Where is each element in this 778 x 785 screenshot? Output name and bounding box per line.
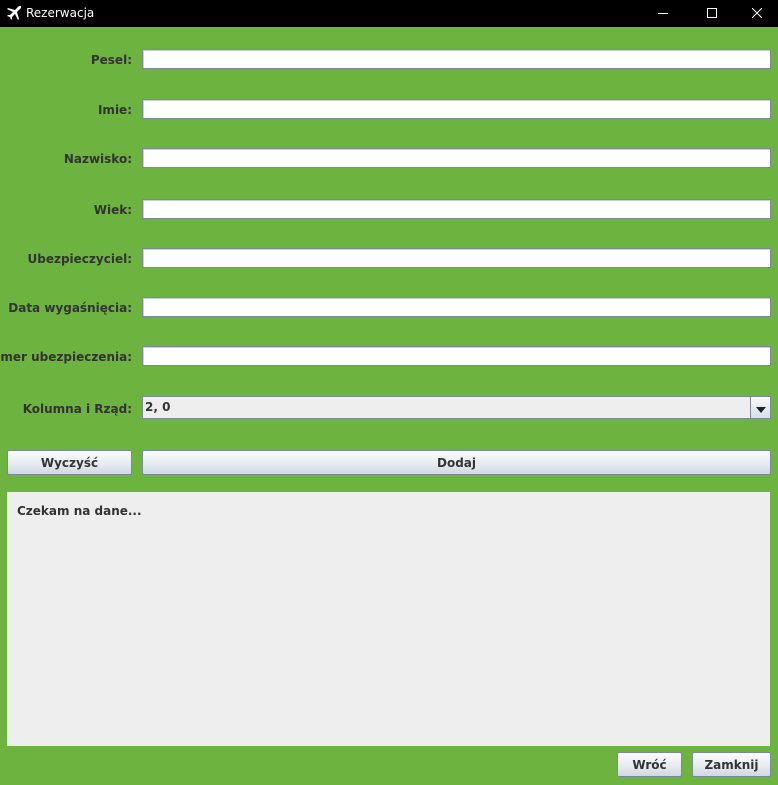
minimize-button[interactable]	[640, 0, 686, 26]
minimize-icon	[658, 8, 668, 18]
kolumna-rzad-label: Kolumna i Rząd:	[22, 402, 132, 416]
pesel-input[interactable]	[142, 49, 771, 69]
form-row-wiek: Wiek:	[0, 199, 778, 225]
close-button[interactable]: Zamknij	[692, 752, 771, 777]
maximize-button[interactable]	[689, 0, 735, 26]
ubezpieczyciel-label: Ubezpieczyciel:	[27, 252, 133, 266]
maximize-icon	[707, 8, 717, 18]
form-row-data-wygasniecia: Data wygaśnięcia:	[0, 297, 778, 323]
imie-label: Imie:	[97, 103, 132, 117]
form-row-nazwisko: Nazwisko:	[0, 148, 778, 174]
seat-select[interactable]: 2, 0	[142, 396, 771, 419]
close-icon	[752, 8, 762, 18]
dropdown-arrow-button[interactable]	[750, 397, 770, 418]
title-bar: Rezerwacja	[0, 0, 778, 27]
imie-input[interactable]	[142, 99, 771, 119]
airplane-icon	[6, 5, 22, 21]
nazwisko-input[interactable]	[142, 148, 771, 168]
form-row-pesel: Pesel:	[0, 49, 778, 75]
data-wygasniecia-label: Data wygaśnięcia:	[8, 301, 132, 315]
output-panel[interactable]: Czekam na dane...	[7, 492, 770, 746]
clear-button[interactable]: Wyczyść	[7, 450, 132, 475]
form-row-ubezpieczyciel: Ubezpieczyciel:	[0, 248, 778, 274]
data-wygasniecia-input[interactable]	[142, 297, 771, 317]
window-title: Rezerwacja	[26, 6, 95, 20]
wiek-input[interactable]	[142, 199, 771, 219]
nazwisko-label: Nazwisko:	[63, 152, 132, 166]
numer-ubezpieczenia-input[interactable]	[142, 346, 771, 366]
output-text: Czekam na dane...	[17, 504, 142, 518]
form-row-imie: Imie:	[0, 99, 778, 125]
seat-select-value: 2, 0	[145, 400, 171, 414]
numer-ubezpieczenia-label: Numer ubezpieczenia:	[0, 350, 132, 364]
close-window-button[interactable]	[734, 0, 778, 26]
ubezpieczyciel-input[interactable]	[142, 248, 771, 268]
back-button[interactable]: Wróć	[617, 752, 682, 777]
pesel-label: Pesel:	[90, 53, 132, 67]
add-button[interactable]: Dodaj	[142, 450, 771, 475]
chevron-down-icon	[755, 398, 766, 417]
form-row-numer-ubezpieczenia: Numer ubezpieczenia:	[0, 346, 778, 372]
wiek-label: Wiek:	[93, 203, 132, 217]
